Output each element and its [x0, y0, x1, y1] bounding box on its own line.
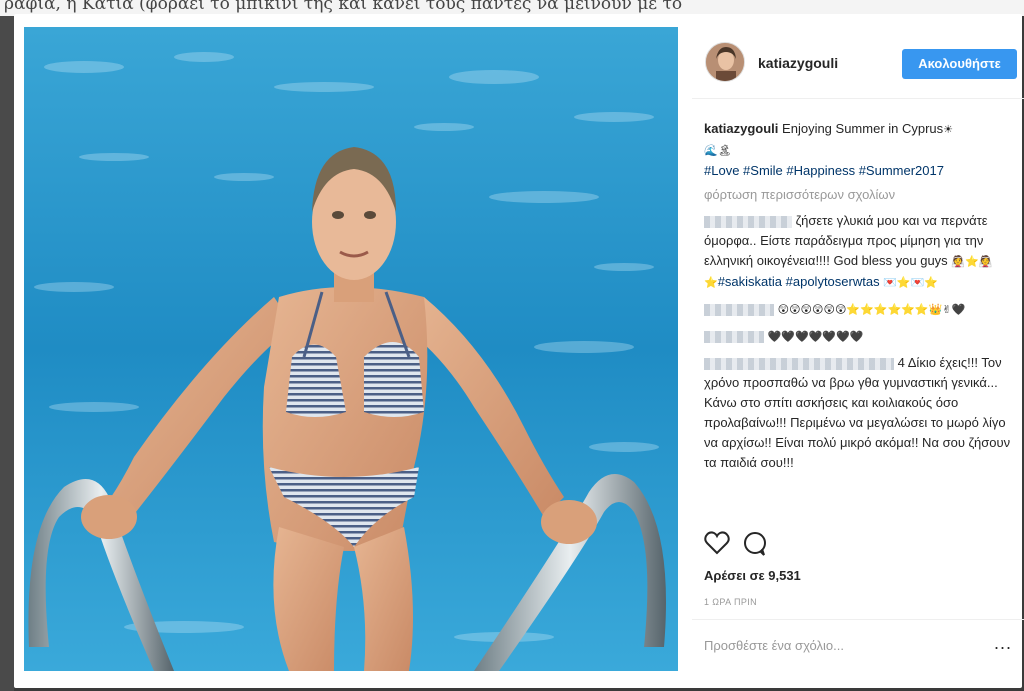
- comment-emoji: 😲😲😲😲😲😲⭐⭐⭐⭐⭐⭐👑✌🖤: [777, 303, 966, 316]
- header-username[interactable]: katiazygouli: [758, 55, 838, 71]
- caption-emoji-line2: 🌊🏝: [704, 144, 732, 157]
- post-timestamp: 1 ΩΡΑ ΠΡΙΝ: [704, 597, 758, 607]
- hashtag-apolytoserwtas[interactable]: #apolytoserwtas: [786, 274, 880, 289]
- hashtag-summer2017[interactable]: #Summer2017: [859, 163, 944, 178]
- post-photo: [24, 27, 678, 671]
- background-overlay: [0, 16, 14, 691]
- comment-text: 4 Δίκιο έχεις!!! Τον χρόνο προσπαθώ να β…: [704, 355, 1011, 470]
- blurred-username: [704, 330, 764, 343]
- caption: katiazygouli Enjoying Summer in Cyprus☀ …: [704, 119, 1014, 181]
- post-header: katiazygouli Ακολουθήστε: [692, 27, 1024, 99]
- pool-photo-illustration: [24, 27, 678, 671]
- load-more-comments[interactable]: φόρτωση περισσότερων σχολίων: [704, 185, 1014, 205]
- blurred-username: [704, 357, 894, 370]
- caption-emoji: ☀: [943, 123, 954, 136]
- hashtag-sakiskatia[interactable]: #sakiskatia: [718, 274, 782, 289]
- comment-emoji: 🖤🖤🖤🖤🖤🖤🖤: [767, 330, 864, 343]
- more-options-icon[interactable]: ...: [994, 633, 1012, 654]
- caption-username[interactable]: katiazygouli: [704, 121, 778, 136]
- add-comment-bar: Προσθέστε ένα σχόλιο... ...: [692, 619, 1024, 669]
- hashtag-happiness[interactable]: #Happiness: [786, 163, 855, 178]
- blurred-username: [704, 303, 774, 316]
- add-comment-input[interactable]: Προσθέστε ένα σχόλιο...: [704, 638, 844, 653]
- post-actions: [704, 531, 1014, 561]
- likes-count[interactable]: Αρέσει σε 9,531: [704, 568, 801, 583]
- comment-item: 4 Δίκιο έχεις!!! Τον χρόνο προσπαθώ να β…: [704, 353, 1014, 473]
- post-sidebar: katiazygouli Ακολουθήστε katiazygouli En…: [692, 27, 1024, 671]
- blurred-username: [704, 215, 792, 228]
- follow-button[interactable]: Ακολουθήστε: [902, 49, 1017, 79]
- hashtag-smile[interactable]: #Smile: [743, 163, 783, 178]
- comment-item: ζήσετε γλυκιά μου και να περνάτε όμορφα.…: [704, 211, 1014, 293]
- comment-item: 😲😲😲😲😲😲⭐⭐⭐⭐⭐⭐👑✌🖤: [704, 299, 1014, 320]
- hashtag-love[interactable]: #Love: [704, 163, 739, 178]
- comment-icon[interactable]: [742, 531, 768, 562]
- comments-section: katiazygouli Enjoying Summer in Cyprus☀ …: [704, 119, 1014, 473]
- background-article-text: ραφία, η Κάτια (φοράει το μπικίνι της κα…: [4, 0, 683, 14]
- comment-trailing-emoji: 💌⭐💌⭐: [883, 276, 939, 289]
- avatar[interactable]: [705, 42, 745, 82]
- heart-icon[interactable]: [704, 531, 730, 560]
- comment-item: 🖤🖤🖤🖤🖤🖤🖤: [704, 326, 1014, 347]
- avatar-image: [706, 43, 744, 81]
- caption-text: Enjoying Summer in Cyprus: [782, 121, 944, 136]
